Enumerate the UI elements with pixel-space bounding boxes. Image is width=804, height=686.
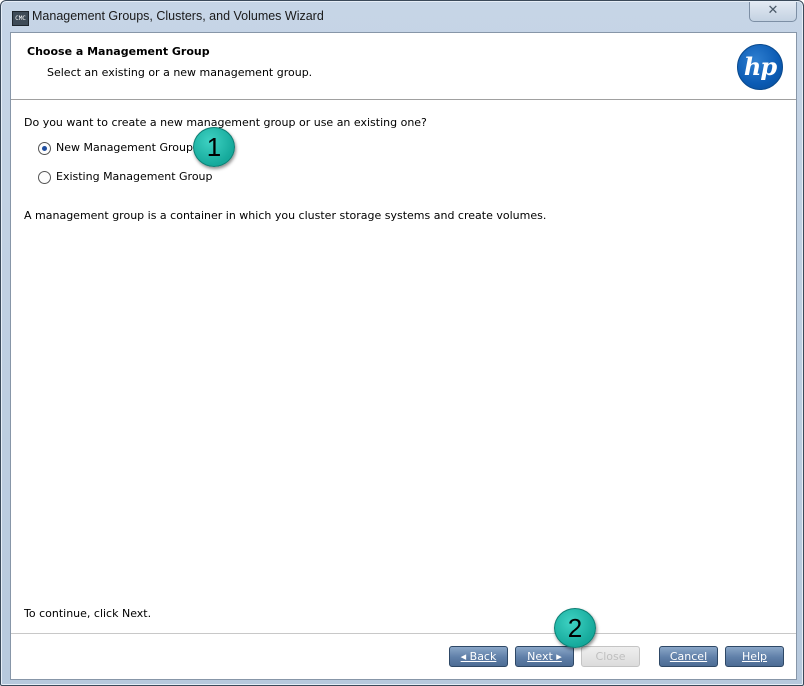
back-button[interactable]: ◂ Back <box>449 646 508 667</box>
question-text: Do you want to create a new management g… <box>24 116 427 129</box>
callout-badge-2: 2 <box>554 608 596 648</box>
window-title: Management Groups, Clusters, and Volumes… <box>32 9 324 23</box>
title-bar[interactable]: CMC Management Groups, Clusters, and Vol… <box>1 1 803 33</box>
wizard-window: CMC Management Groups, Clusters, and Vol… <box>0 0 804 686</box>
option-label[interactable]: Existing Management Group <box>56 170 213 183</box>
app-icon: CMC <box>12 11 29 26</box>
description-text: A management group is a container in whi… <box>24 209 547 222</box>
footer-divider <box>11 633 796 634</box>
wizard-header: Choose a Management Group Select an exis… <box>11 33 796 100</box>
help-button[interactable]: Help <box>725 646 784 667</box>
radio-existing-management-group[interactable] <box>38 171 51 184</box>
hp-logo: hp <box>737 44 783 90</box>
continue-hint: To continue, click Next. <box>24 607 152 620</box>
wizard-content: Choose a Management Group Select an exis… <box>10 32 797 680</box>
page-title: Choose a Management Group <box>27 45 210 58</box>
close-button: Close <box>581 646 640 667</box>
cancel-button[interactable]: Cancel <box>659 646 718 667</box>
close-window-button[interactable]: ✕ <box>749 2 797 22</box>
callout-badge-1: 1 <box>193 127 235 167</box>
radio-new-management-group[interactable] <box>38 142 51 155</box>
option-label[interactable]: New Management Group <box>56 141 193 154</box>
next-button[interactable]: Next ▸ <box>515 646 574 667</box>
page-subtitle: Select an existing or a new management g… <box>47 66 313 79</box>
hp-logo-text: hp <box>743 52 777 81</box>
